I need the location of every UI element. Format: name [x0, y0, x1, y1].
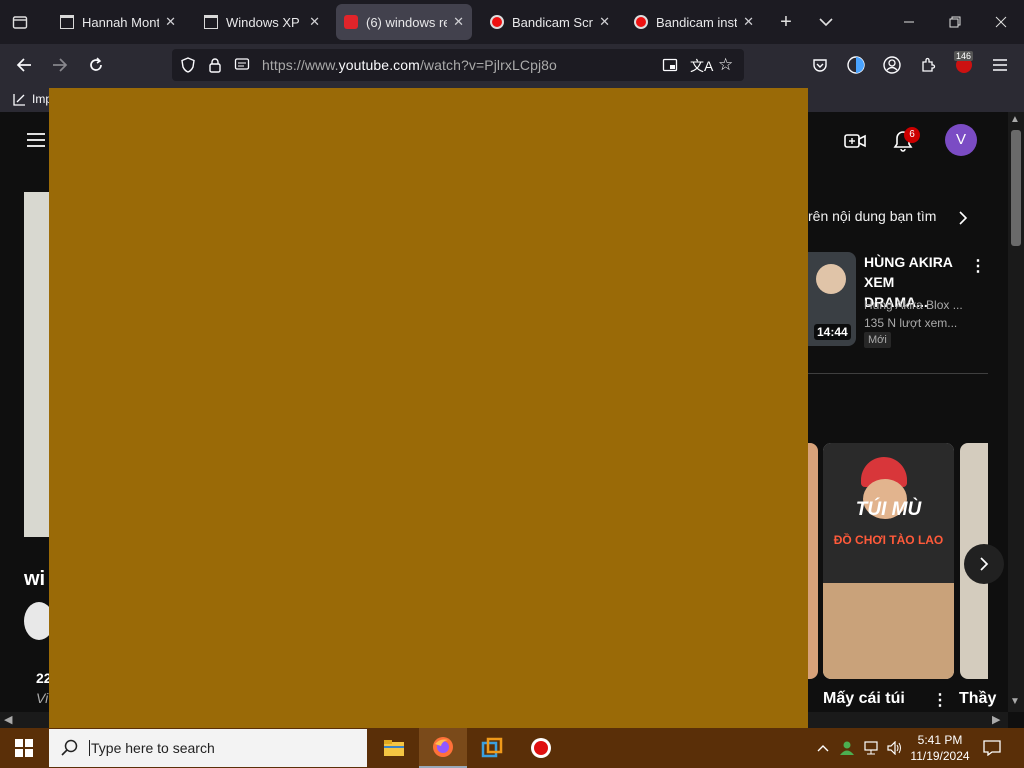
bookmark-star-icon[interactable]: ☆ [718, 55, 733, 75]
tab-1[interactable]: Hannah Montana ✕ [52, 4, 184, 40]
network-icon[interactable] [860, 728, 882, 768]
short-title[interactable]: Mấy cái túi [823, 690, 905, 708]
screen-overlay [49, 88, 808, 728]
shield-icon[interactable] [180, 57, 196, 78]
youtube-icon [344, 15, 358, 29]
tab-2-title: Windows XP Ho [226, 14, 303, 30]
pocket-icon[interactable] [804, 49, 836, 81]
clock-date: 11/19/2024 [910, 749, 970, 763]
back-icon[interactable] [8, 49, 40, 81]
tab-3-title: (6) windows red [366, 14, 448, 30]
recommended-thumbnail[interactable]: 14:44 [808, 252, 856, 346]
close-tab-icon[interactable]: ✕ [453, 14, 464, 30]
notification-count-badge: 6 [904, 127, 920, 143]
adblock-extension-icon[interactable]: 146 [948, 49, 980, 81]
url-text[interactable]: https://www.youtube.com/watch?v=PjlrxLCp… [262, 57, 557, 73]
tab-4[interactable]: Bandicam Scree ✕ [482, 4, 618, 40]
extension-circle-icon[interactable] [840, 49, 872, 81]
chevron-right-icon[interactable] [958, 210, 968, 231]
tab-4-title: Bandicam Scree [512, 14, 593, 30]
divider [808, 373, 988, 374]
import-icon[interactable] [12, 92, 26, 109]
duration-badge: 14:44 [814, 324, 851, 340]
tab-5-title: Bandicam instal [656, 14, 738, 30]
video-title-partial: wi [24, 568, 46, 590]
close-tab-icon[interactable]: ✕ [599, 14, 610, 30]
shorts-next-button[interactable] [964, 544, 1004, 584]
reload-icon[interactable] [80, 49, 112, 81]
short-thumbnail-prev[interactable] [808, 443, 818, 679]
short-more-options-icon[interactable]: ⋮ [932, 690, 948, 710]
close-tab-icon[interactable]: ✕ [309, 14, 320, 30]
translate-icon[interactable]: 文A [690, 56, 713, 76]
guide-menu-icon[interactable] [26, 132, 46, 153]
clock-time: 5:41 PM [917, 733, 963, 747]
institution-icon [60, 15, 74, 29]
search-placeholder: Type here to search [89, 740, 215, 756]
close-window-icon[interactable] [978, 0, 1024, 44]
url-domain: youtube.com [338, 57, 420, 73]
tab-list-icon[interactable] [0, 0, 40, 44]
firefox-taskbar-icon[interactable] [419, 728, 467, 768]
tab-1-title: Hannah Montana [82, 14, 160, 30]
short-title-next[interactable]: Thầy [959, 690, 999, 708]
filter-chip[interactable]: rên nội dung bạn tìm [808, 208, 936, 224]
taskbar: Type here to search 5:41 PM 11/19/2024 [0, 728, 1024, 768]
vmware-taskbar-icon[interactable] [468, 728, 516, 768]
tab-strip: Hannah Montana ✕ Windows XP Ho ✕ (6) win… [0, 0, 1024, 44]
extensions-puzzle-icon[interactable] [912, 49, 944, 81]
account-icon[interactable] [876, 49, 908, 81]
scroll-down-arrow[interactable]: ▼ [1010, 696, 1020, 707]
scroll-left-arrow[interactable]: ◀ [4, 713, 12, 726]
tab-5[interactable]: Bandicam instal ✕ [626, 4, 762, 40]
more-options-icon[interactable]: ⋮ [970, 256, 986, 276]
permissions-icon[interactable] [234, 57, 250, 78]
close-tab-icon[interactable]: ✕ [743, 14, 754, 30]
scrollbar-thumb[interactable] [1011, 130, 1021, 246]
scroll-right-arrow[interactable]: ▶ [992, 713, 1000, 726]
url-path: /watch?v=PjlrxLCpj8o [419, 57, 557, 73]
short-caption-2: ĐỒ CHƠI TÀO LAO [833, 533, 944, 547]
tray-chevron-up-icon[interactable] [812, 728, 834, 768]
bandicam-taskbar-icon[interactable] [517, 728, 565, 768]
picture-in-picture-icon[interactable] [662, 57, 678, 78]
minimize-icon[interactable] [886, 0, 932, 44]
file-explorer-icon[interactable] [370, 728, 418, 768]
windows-start-icon[interactable] [0, 728, 48, 768]
forward-icon[interactable] [44, 49, 76, 81]
new-badge: Mới [864, 332, 891, 348]
taskbar-search-box[interactable]: Type here to search [49, 729, 367, 767]
scroll-up-arrow[interactable]: ▲ [1010, 114, 1020, 125]
chevron-down-icon[interactable] [804, 0, 848, 44]
extension-badge: 146 [954, 51, 974, 61]
new-tab-icon[interactable]: + [764, 0, 808, 44]
restore-icon[interactable] [932, 0, 978, 44]
tab-3[interactable]: (6) windows red ✕ [336, 4, 472, 40]
institution-icon [204, 15, 218, 29]
volume-icon[interactable] [884, 728, 906, 768]
vertical-scrollbar[interactable]: ▲ ▼ [1008, 112, 1024, 712]
views-partial-2: Vi [36, 690, 49, 706]
address-bar[interactable]: https://www.youtube.com/watch?v=PjlrxLCp… [172, 49, 744, 81]
user-people-icon[interactable] [836, 728, 858, 768]
short-caption-1: TÚI MÙ [855, 499, 922, 520]
url-prefix: https://www. [262, 57, 339, 73]
avatar[interactable]: V [945, 124, 977, 156]
notification-center-icon[interactable] [978, 728, 1006, 768]
recommended-channel[interactable]: Hùng Akira Blox ... [864, 298, 963, 312]
close-tab-icon[interactable]: ✕ [165, 14, 176, 30]
clock[interactable]: 5:41 PM 11/19/2024 [906, 728, 974, 768]
short-thumbnail[interactable]: TÚI MÙ ĐỒ CHƠI TÀO LAO [823, 443, 954, 679]
bandicam-icon [634, 15, 648, 29]
search-icon [61, 739, 79, 760]
tab-2[interactable]: Windows XP Ho ✕ [196, 4, 328, 40]
recommended-views: 135 N lượt xem... [864, 316, 958, 330]
lock-icon[interactable] [208, 57, 222, 78]
menu-hamburger-icon[interactable] [984, 49, 1016, 81]
bandicam-icon [490, 15, 504, 29]
create-video-icon[interactable] [844, 132, 866, 155]
navigation-toolbar: https://www.youtube.com/watch?v=PjlrxLCp… [0, 44, 1024, 86]
